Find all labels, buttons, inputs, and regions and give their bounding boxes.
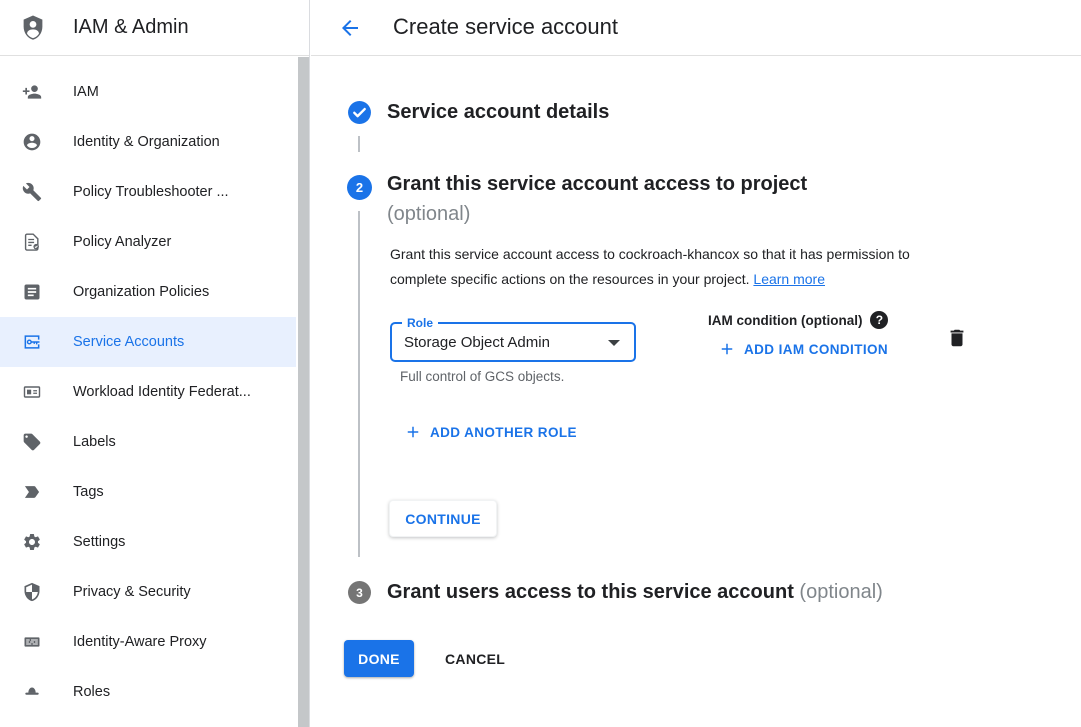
hat-icon — [22, 682, 42, 702]
sidebar-item-workload-identity-federation[interactable]: Workload Identity Federat... — [0, 367, 296, 417]
stepper-connector — [358, 211, 360, 557]
iam-condition-header: IAM condition (optional) — [708, 311, 888, 329]
role-select[interactable]: Role Storage Object Admin — [390, 322, 636, 362]
badge-card-icon — [22, 382, 42, 402]
sidebar-item-label: Settings — [73, 534, 125, 550]
plus-icon — [404, 423, 422, 441]
sidebar-item-service-accounts[interactable]: Service Accounts — [0, 317, 296, 367]
step1-title: Service account details — [387, 101, 609, 124]
shield-half-icon — [22, 582, 42, 602]
sidebar-nav: IAM Identity & Organization Policy Trouble… — [0, 67, 296, 717]
step2-title-text: Grant this service account access to pro… — [387, 173, 807, 195]
sidebar-item-label: Labels — [73, 434, 116, 450]
sidebar-item-label: Identity & Organization — [73, 134, 220, 150]
product-title: IAM & Admin — [73, 16, 189, 39]
sidebar-item-identity-organization[interactable]: Identity & Organization — [0, 117, 296, 167]
page-title: Create service account — [393, 14, 618, 40]
continue-button[interactable]: CONTINUE — [389, 500, 497, 537]
step1-check-icon — [347, 100, 372, 125]
sidebar-item-roles[interactable]: Roles — [0, 667, 296, 717]
sidebar-item-label: Policy Troubleshooter ... — [73, 184, 229, 200]
person-circle-icon — [22, 132, 42, 152]
stepper-connector — [358, 136, 360, 152]
dropdown-caret-icon — [608, 340, 620, 346]
sidebar-item-label: Identity-Aware Proxy — [73, 634, 207, 650]
step2-title: Grant this service account access to pro… — [387, 169, 807, 229]
add-iam-condition-button[interactable]: ADD IAM CONDITION — [718, 340, 888, 358]
sidebar-item-privacy-security[interactable]: Privacy & Security — [0, 567, 296, 617]
gear-icon — [22, 532, 42, 552]
sidebar-item-tags[interactable]: Tags — [0, 467, 296, 517]
role-selected-value: Storage Object Admin — [404, 334, 550, 351]
sidebar-item-label: IAM — [73, 84, 99, 100]
sidebar-item-identity-aware-proxy[interactable]: Identity-Aware Proxy — [0, 617, 296, 667]
sidebar-item-label: Privacy & Security — [73, 584, 191, 600]
article-icon — [22, 282, 42, 302]
sidebar-item-label: Workload Identity Federat... — [73, 384, 251, 400]
done-button[interactable]: DONE — [344, 640, 414, 677]
role-helper-text: Full control of GCS objects. — [400, 369, 564, 384]
sidebar-item-organization-policies[interactable]: Organization Policies — [0, 267, 296, 317]
wrench-icon — [22, 182, 42, 202]
page-header: Create service account — [311, 0, 1081, 56]
main-panel: Create service account Service account d… — [311, 0, 1081, 727]
sidebar-item-policy-troubleshooter[interactable]: Policy Troubleshooter ... — [0, 167, 296, 217]
add-another-role-button[interactable]: ADD ANOTHER ROLE — [404, 423, 577, 441]
sidebar-item-settings[interactable]: Settings — [0, 517, 296, 567]
sidebar-item-policy-analyzer[interactable]: Policy Analyzer — [0, 217, 296, 267]
step2-number-badge: 2 — [347, 175, 372, 200]
step3-title: Grant users access to this service accou… — [387, 581, 883, 604]
iam-admin-console: IAM & Admin IAM Identity & Organization Po… — [0, 0, 1081, 727]
policy-doc-icon — [22, 232, 42, 252]
sidebar-item-labels[interactable]: Labels — [0, 417, 296, 467]
plus-icon — [718, 340, 736, 358]
back-arrow-icon[interactable] — [338, 16, 362, 40]
sidebar-header: IAM & Admin — [0, 0, 309, 56]
tag-icon — [22, 432, 42, 452]
learn-more-link[interactable]: Learn more — [753, 271, 825, 287]
delete-role-trash-icon[interactable] — [946, 326, 968, 350]
role-field-label: Role — [402, 315, 438, 331]
step3-title-text: Grant users access to this service accou… — [387, 581, 794, 603]
cancel-button[interactable]: CANCEL — [445, 640, 505, 677]
sidebar-item-label: Organization Policies — [73, 284, 209, 300]
person-add-icon — [22, 82, 42, 102]
sidebar-item-label: Tags — [73, 484, 104, 500]
sidebar-item-label: Policy Analyzer — [73, 234, 171, 250]
label-arrow-icon — [22, 482, 42, 502]
iam-admin-shield-icon — [18, 13, 48, 43]
help-icon[interactable] — [870, 311, 888, 329]
step2-description: Grant this service account access to coc… — [390, 242, 950, 292]
step3-number-badge: 3 — [348, 581, 371, 604]
striped-card-icon — [22, 632, 42, 652]
service-account-key-icon — [22, 332, 42, 352]
step3-optional-label: (optional) — [799, 581, 882, 603]
sidebar-item-iam[interactable]: IAM — [0, 67, 296, 117]
sidebar: IAM & Admin IAM Identity & Organization Po… — [0, 0, 310, 727]
sidebar-item-label: Service Accounts — [73, 334, 184, 350]
step2-optional-label: (optional) — [387, 199, 807, 229]
sidebar-scrollbar[interactable] — [298, 57, 309, 727]
sidebar-item-label: Roles — [73, 684, 110, 700]
iam-condition-label: IAM condition (optional) — [708, 313, 862, 328]
